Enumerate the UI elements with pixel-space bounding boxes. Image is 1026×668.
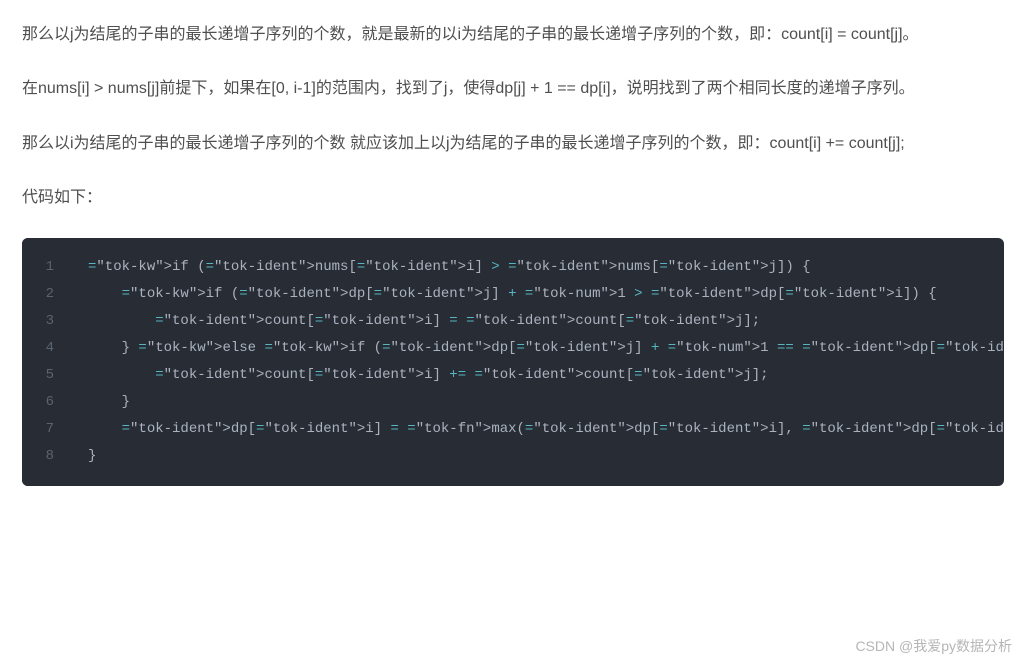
line-number: 1 — [22, 254, 68, 281]
paragraph-4: 代码如下： — [22, 183, 1004, 213]
line-number: 7 — [22, 416, 68, 443]
paragraph-1: 那么以j为结尾的子串的最长递增子序列的个数，就是最新的以i为结尾的子串的最长递增… — [22, 20, 1004, 50]
code-content[interactable]: ="tok-kw">if (="tok-ident">nums[="tok-id… — [68, 238, 1004, 486]
paragraph-2: 在nums[i] > nums[j]前提下，如果在[0, i-1]的范围内，找到… — [22, 74, 1004, 104]
line-number: 3 — [22, 308, 68, 335]
line-number: 6 — [22, 389, 68, 416]
line-number: 2 — [22, 281, 68, 308]
code-gutter: 1 2 3 4 5 6 7 8 — [22, 238, 68, 486]
paragraph-3: 那么以i为结尾的子串的最长递增子序列的个数 就应该加上以j为结尾的子串的最长递增… — [22, 129, 1004, 159]
line-number: 8 — [22, 443, 68, 470]
line-number: 4 — [22, 335, 68, 362]
watermark: CSDN @我爱py数据分析 — [855, 633, 1012, 660]
code-block: 1 2 3 4 5 6 7 8 ="tok-kw">if (="tok-iden… — [22, 238, 1004, 486]
line-number: 5 — [22, 362, 68, 389]
